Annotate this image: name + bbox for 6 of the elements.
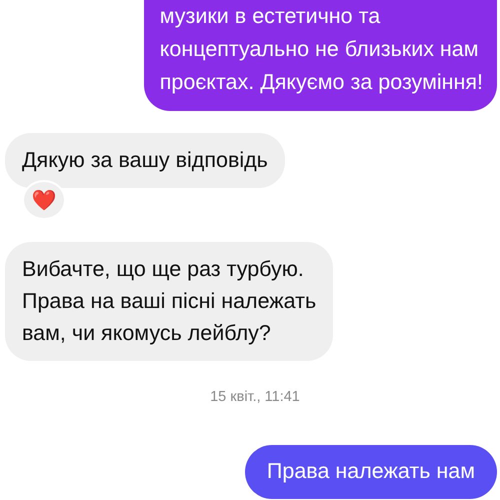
timestamp: 15 квіт., 11:41	[209, 389, 301, 405]
reaction-badge[interactable]: ❤	[22, 180, 66, 220]
sent-message: музики в естетично та концептуально не близьких нам проєктах. Дякуємо за розуміння!	[144, 0, 497, 111]
received-message: Дякую за вашу відповідь	[5, 133, 285, 188]
received-message: Вибачте, що ще раз турбую. Права на ваші пісні належать вам, чи якомусь лейблу?	[5, 242, 334, 361]
sent-message: Права належать нам	[244, 445, 497, 499]
